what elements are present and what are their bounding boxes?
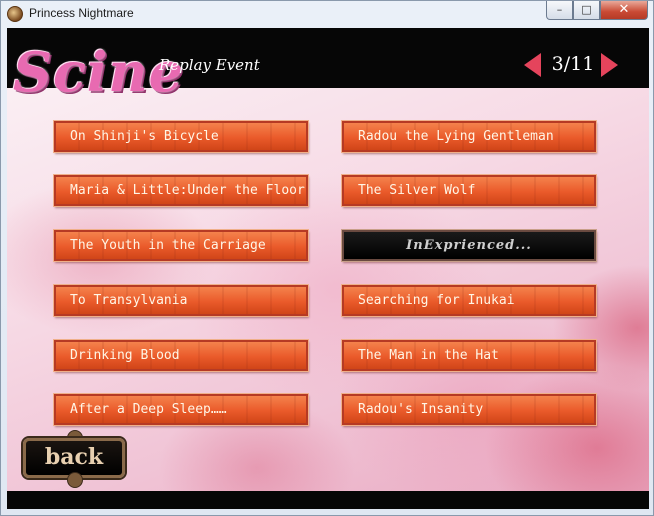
game-viewport: Scine Replay Event 3/11 On Shinji's Bicy…: [7, 28, 649, 509]
replay-event-button[interactable]: To Transylvania: [53, 284, 309, 317]
next-page-arrow-icon[interactable]: [601, 53, 618, 77]
maximize-button[interactable]: □: [573, 1, 600, 20]
previous-page-arrow-icon[interactable]: [524, 53, 541, 77]
window-title: Princess Nightmare: [29, 6, 134, 20]
replay-event-button[interactable]: Drinking Blood: [53, 339, 309, 372]
app-icon: [7, 6, 23, 22]
close-button[interactable]: ✕: [600, 1, 648, 20]
locked-event-button: InExprienced...: [341, 229, 597, 262]
replay-event-button[interactable]: Searching for Inukai: [341, 284, 597, 317]
ornament-icon: [67, 472, 83, 488]
replay-event-button[interactable]: After a Deep Sleep……: [53, 393, 309, 426]
replay-event-button[interactable]: Radou the Lying Gentleman: [341, 120, 597, 153]
replay-event-button[interactable]: Radou's Insanity: [341, 393, 597, 426]
footer-bar: [7, 491, 649, 509]
replay-event-button[interactable]: The Youth in the Carriage: [53, 229, 309, 262]
minimize-button[interactable]: –: [546, 1, 573, 20]
header-bar: Scine Replay Event 3/11: [7, 28, 649, 104]
page-title: Replay Event: [159, 56, 260, 74]
replay-event-button[interactable]: On Shinji's Bicycle: [53, 120, 309, 153]
application-window: Princess Nightmare – □ ✕ Scine Replay Ev…: [0, 0, 654, 516]
replay-event-button[interactable]: The Silver Wolf: [341, 174, 597, 207]
replay-event-button[interactable]: Maria & Little:Under the Floor: [53, 174, 309, 207]
replay-event-button[interactable]: The Man in the Hat: [341, 339, 597, 372]
page-indicator: 3/11: [551, 53, 595, 75]
title-bar: Princess Nightmare – □ ✕: [1, 1, 654, 27]
